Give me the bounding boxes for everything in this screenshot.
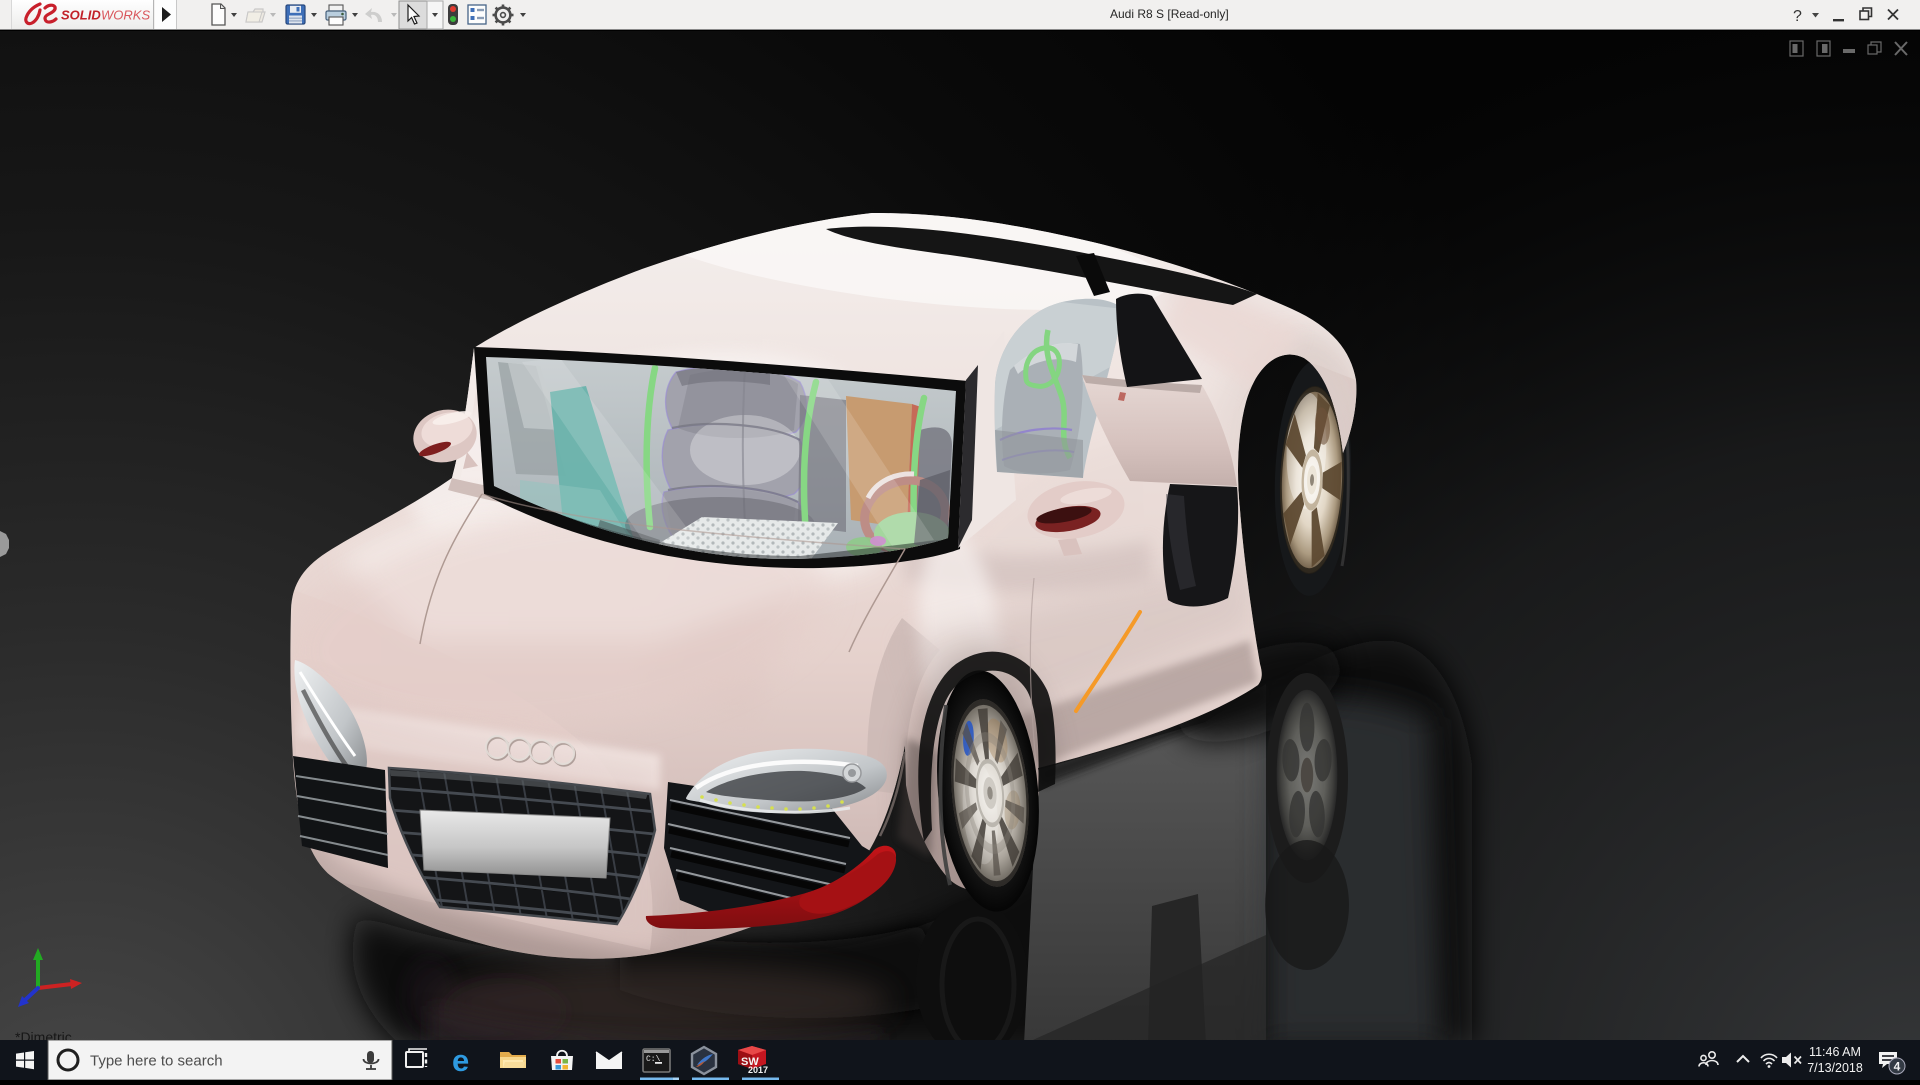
svg-text:7/13/2018: 7/13/2018	[1807, 1061, 1863, 1075]
svg-text:SOLID: SOLID	[61, 8, 101, 23]
svg-text:*Dimetric: *Dimetric	[15, 1029, 72, 1040]
svg-text:?: ?	[1793, 8, 1802, 25]
svg-text:WORKS: WORKS	[101, 8, 150, 23]
svg-text:Type here to search: Type here to search	[90, 1053, 223, 1070]
svg-text:2017: 2017	[748, 1065, 768, 1075]
svg-text:e: e	[452, 1043, 469, 1078]
svg-text:4: 4	[1894, 1060, 1901, 1074]
svg-text:11:46 AM: 11:46 AM	[1809, 1045, 1861, 1059]
